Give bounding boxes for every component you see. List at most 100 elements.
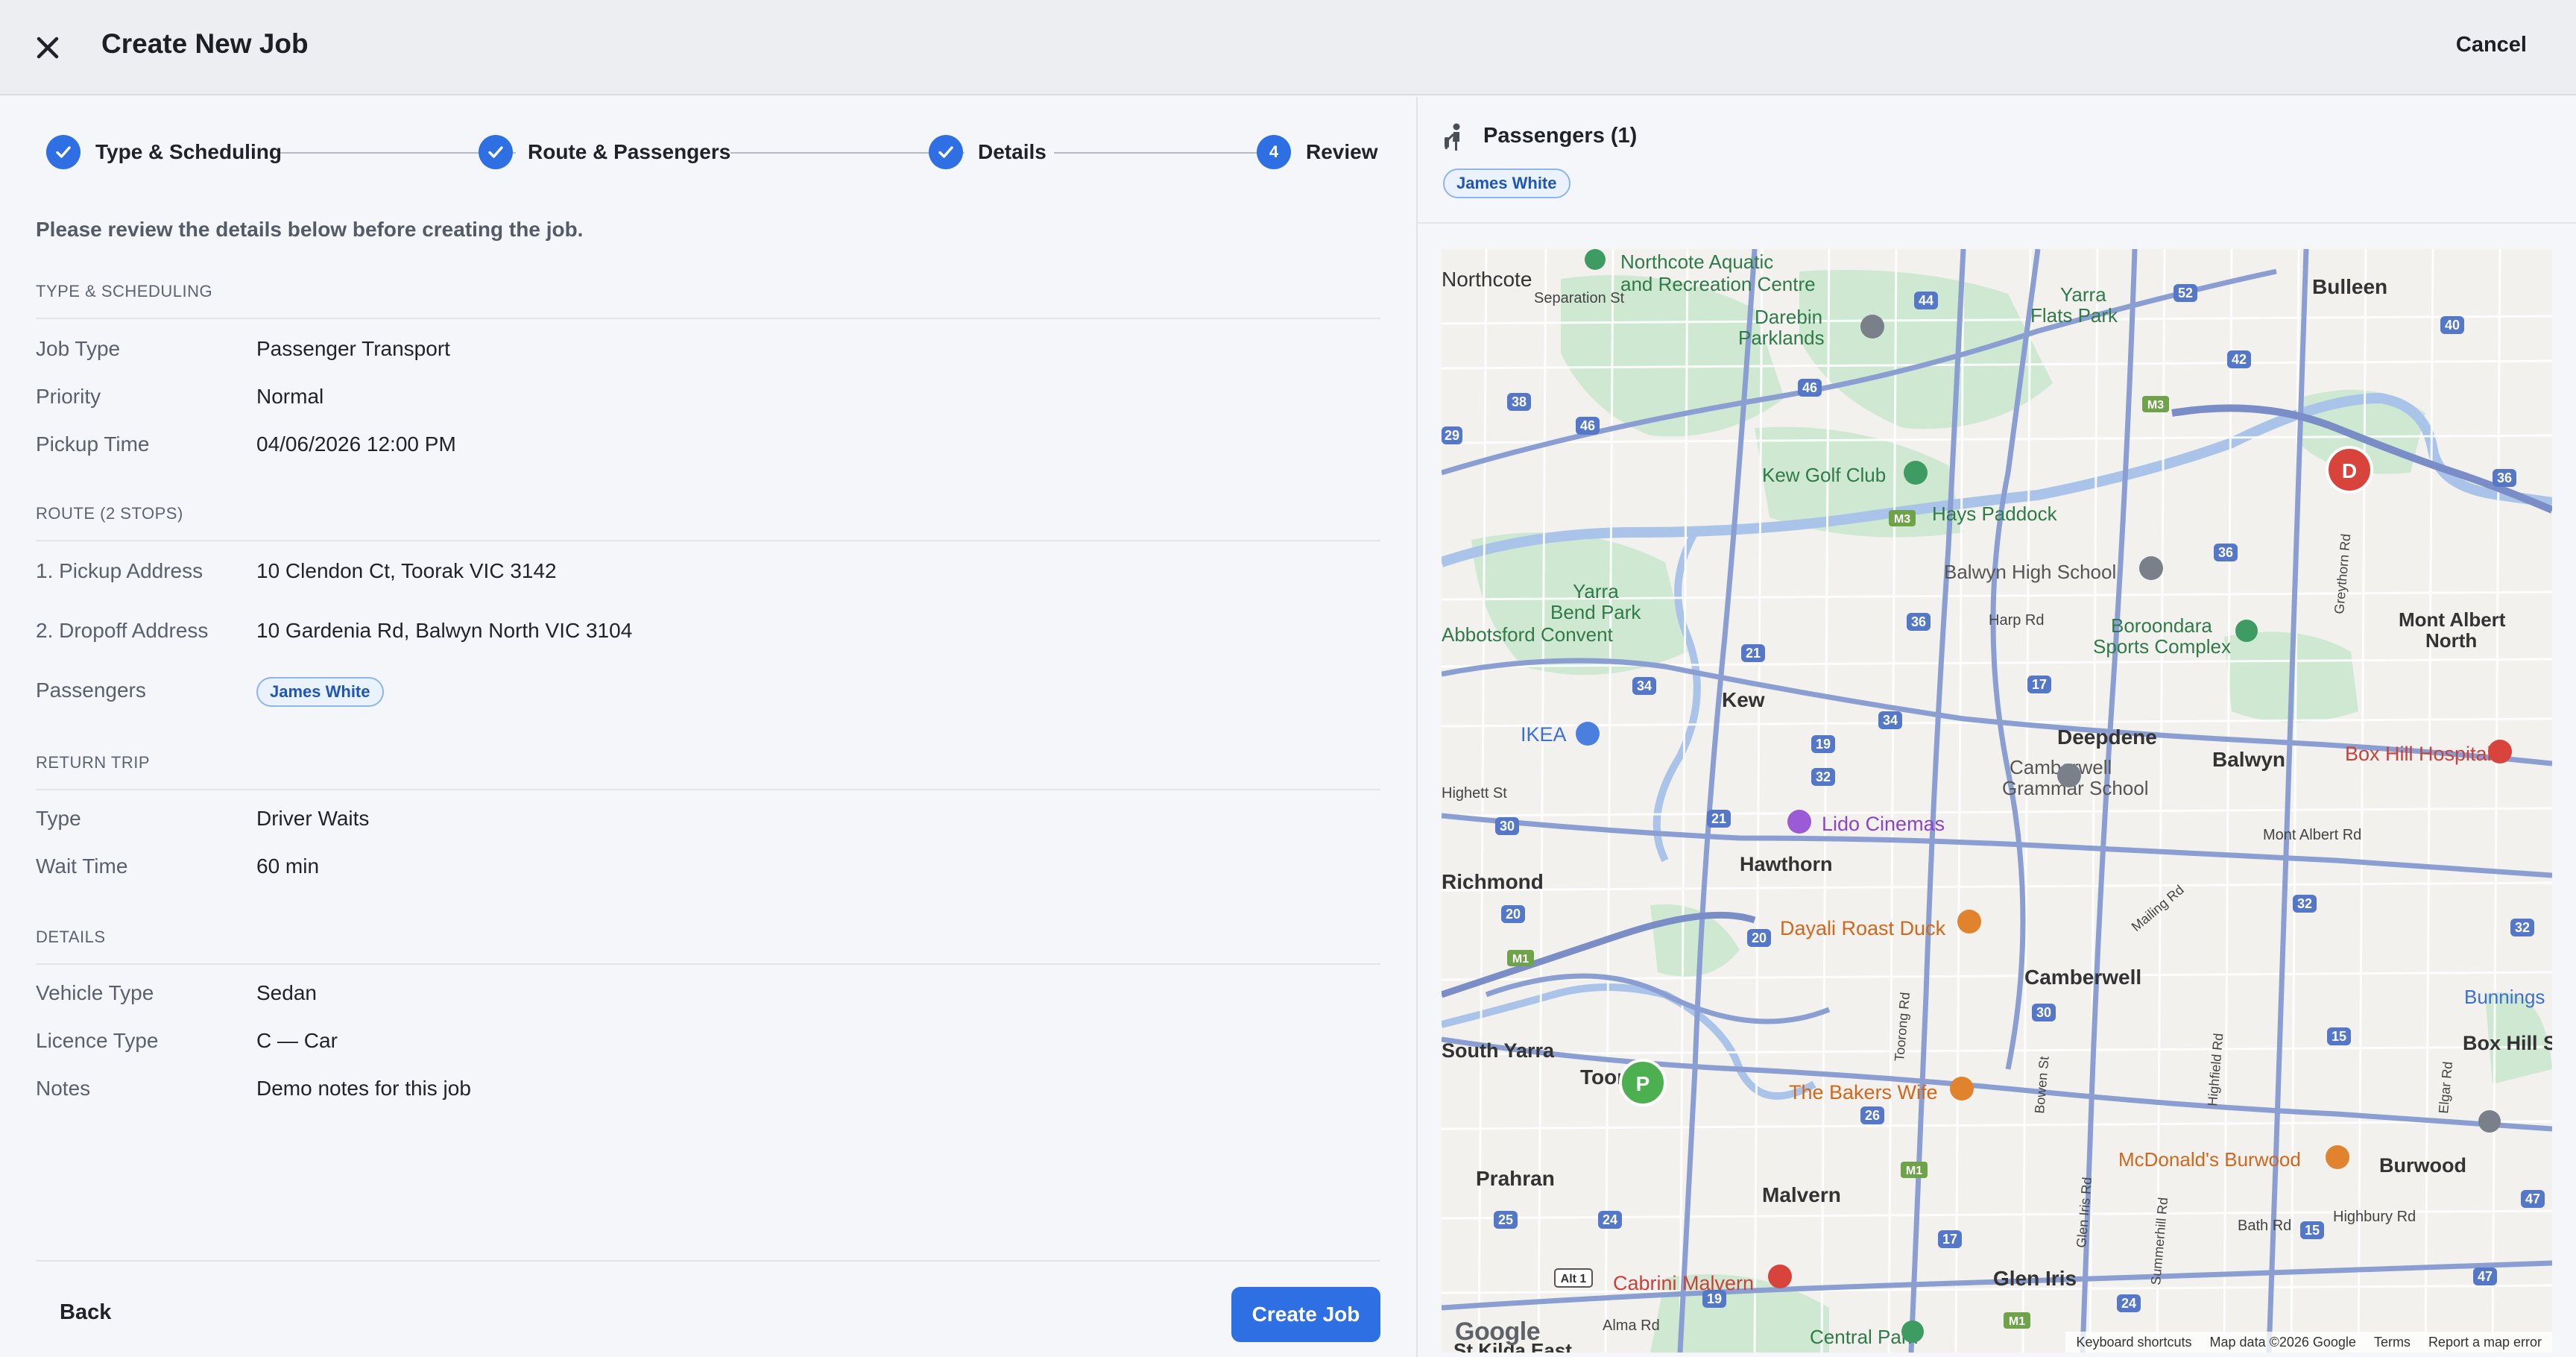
close-icon[interactable]: [30, 30, 66, 66]
step-number: 4: [1257, 135, 1291, 169]
park-icon: [1585, 249, 1606, 270]
svg-text:24: 24: [2121, 1296, 2136, 1311]
create-job-button[interactable]: Create Job: [1231, 1287, 1380, 1342]
row-label-pickup-address: 1. Pickup Address: [36, 559, 203, 582]
row-label-passengers: Passengers: [36, 678, 146, 702]
place-label: Northcote Aquatic: [1620, 251, 1773, 273]
page-title: Create New Job: [101, 28, 309, 59]
row-label-pickup-time: Pickup Time: [36, 432, 150, 456]
passenger-chip: James White: [1443, 169, 1570, 198]
step-label: Route & Passengers: [528, 140, 731, 163]
place-label: Darebin: [1755, 306, 1822, 328]
place-label: Bulleen: [2312, 275, 2387, 298]
svg-text:17: 17: [1942, 1232, 1957, 1247]
map-canvas[interactable]: 44 52 38 46 46 42 40 29 M3 36 M3 21 36 3…: [1442, 249, 2552, 1353]
hospital-icon: [2488, 740, 2512, 763]
svg-text:46: 46: [1802, 380, 1817, 395]
row-label-wait-time: Wait Time: [36, 854, 128, 878]
place-label: Kew Golf Club: [1762, 464, 1886, 486]
restaurant-icon: [1957, 910, 1981, 933]
place-label: Summerhill Rd: [2148, 1197, 2171, 1285]
place-label: Cabrini Malvern: [1613, 1272, 1754, 1294]
section-divider: [36, 963, 1380, 965]
step-type-scheduling[interactable]: Type & Scheduling: [46, 133, 282, 171]
row-value-priority: Normal: [256, 385, 324, 408]
place-label: Prahran: [1476, 1167, 1555, 1190]
step-details[interactable]: Details: [929, 133, 1046, 171]
step-review[interactable]: 4 Review: [1257, 133, 1378, 171]
place-label: Highfield Rd: [2205, 1033, 2226, 1106]
place-label: North: [2425, 629, 2477, 652]
svg-text:20: 20: [1752, 931, 1767, 945]
check-icon: [929, 135, 963, 169]
row-value-return-type: Driver Waits: [256, 807, 370, 830]
svg-text:46: 46: [1580, 418, 1595, 433]
place-label: Bunnings: [2464, 986, 2545, 1008]
row-value-licence-type: C — Car: [256, 1029, 338, 1052]
svg-text:52: 52: [2178, 286, 2193, 300]
place-label: Balwyn: [2212, 748, 2285, 771]
step-connector: [1054, 152, 1288, 154]
place-label: Bath Rd: [2238, 1218, 2291, 1234]
svg-text:25: 25: [1498, 1212, 1513, 1227]
place-label: Highett St: [1442, 785, 1507, 802]
pickup-marker[interactable]: P: [1619, 1059, 1667, 1106]
svg-text:15: 15: [2305, 1223, 2320, 1238]
svg-text:42: 42: [2232, 352, 2247, 367]
svg-text:15: 15: [2332, 1029, 2346, 1044]
svg-text:34: 34: [1883, 713, 1898, 728]
row-value-dropoff-address: 10 Gardenia Rd, Balwyn North VIC 3104: [256, 619, 633, 642]
top-bar: Create New Job Cancel: [0, 0, 2576, 95]
place-label: IKEA: [1521, 723, 1567, 746]
svg-text:34: 34: [1637, 678, 1652, 693]
svg-text:M1: M1: [2009, 1315, 2025, 1328]
report-error-link[interactable]: Report a map error: [2428, 1335, 2542, 1350]
svg-text:30: 30: [1500, 819, 1515, 834]
row-label-return-type: Type: [36, 807, 81, 830]
svg-text:M1: M1: [1512, 953, 1529, 966]
place-label: Bend Park: [1550, 601, 1641, 623]
back-button[interactable]: Back: [60, 1300, 111, 1325]
row-value-pickup-address: 10 Clendon Ct, Toorak VIC 3142: [256, 559, 557, 582]
place-label: Harp Rd: [1989, 612, 2044, 629]
svg-text:30: 30: [2036, 1005, 2051, 1020]
place-label: Yarra: [1573, 580, 1619, 602]
cancel-button[interactable]: Cancel: [2456, 33, 2527, 57]
step-route-passengers[interactable]: Route & Passengers: [479, 133, 730, 171]
place-label: Lido Cinemas: [1822, 813, 1945, 835]
svg-text:M3: M3: [1894, 513, 1910, 526]
place-label: Box Hill S: [2463, 1032, 2552, 1054]
place-label: Bowen St: [2032, 1056, 2052, 1114]
row-value-pickup-time: 04/06/2026 12:00 PM: [256, 432, 456, 456]
place-label: Hays Paddock: [1932, 503, 2058, 525]
place-label: Mailing Rd: [2129, 882, 2187, 934]
svg-text:M1: M1: [1906, 1165, 1922, 1177]
map-pane: Passengers (1) James White 44 52 38 46 4…: [1418, 97, 2576, 1357]
keyboard-shortcuts-link[interactable]: Keyboard shortcuts: [2076, 1335, 2191, 1350]
passenger-icon: [1443, 122, 1468, 152]
svg-text:19: 19: [1816, 737, 1831, 752]
place-label: Abbotsford Convent: [1442, 623, 1614, 646]
svg-text:38: 38: [1512, 394, 1527, 409]
restaurant-icon: [1950, 1077, 1974, 1101]
place-label: Hawthorn: [1740, 853, 1833, 875]
cinema-icon: [1787, 810, 1811, 834]
place-label: Highbury Rd: [2333, 1209, 2416, 1225]
route-map[interactable]: 44 52 38 46 46 42 40 29 M3 36 M3 21 36 3…: [1442, 249, 2552, 1353]
dropoff-marker[interactable]: D: [2326, 446, 2373, 494]
check-icon: [479, 135, 513, 169]
section-divider: [36, 318, 1380, 319]
step-label: Details: [978, 140, 1046, 163]
section-heading-details: Details: [36, 928, 106, 946]
svg-text:M3: M3: [2147, 399, 2164, 412]
place-label: McDonald's Burwood: [2118, 1148, 2301, 1171]
restaurant-icon: [2326, 1145, 2349, 1169]
place-label: Flats Park: [2030, 304, 2118, 327]
place-label: South Yarra: [1442, 1039, 1555, 1062]
row-label-notes: Notes: [36, 1077, 91, 1100]
park-icon: [2235, 620, 2258, 642]
svg-text:26: 26: [1865, 1108, 1880, 1123]
place-label: Northcote: [1442, 268, 1532, 291]
passengers-title: Passengers (1): [1483, 124, 1638, 148]
terms-link[interactable]: Terms: [2374, 1335, 2411, 1350]
